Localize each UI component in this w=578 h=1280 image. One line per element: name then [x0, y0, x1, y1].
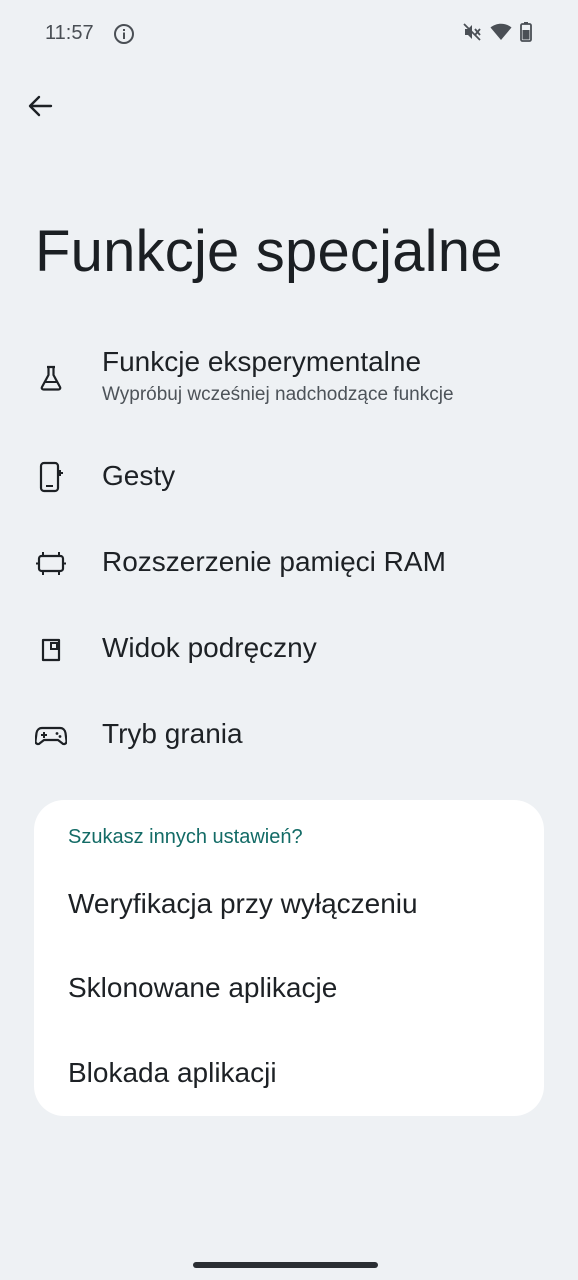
settings-item-gaming[interactable]: Tryb grania: [0, 708, 578, 764]
suggestions-card: Szukasz innych ustawień? Weryfikacja prz…: [34, 800, 544, 1116]
arrow-left-icon: [28, 95, 53, 117]
pocket-view-icon: [35, 634, 67, 666]
info-icon: [113, 23, 135, 45]
settings-item-experimental[interactable]: Funkcje eksperymentalne Wypróbuj wcześni…: [0, 344, 578, 416]
settings-item-label: Tryb grania: [102, 718, 243, 749]
mute-icon: [462, 22, 482, 47]
suggestion-item-app-lock[interactable]: Blokada aplikacji: [68, 1057, 277, 1089]
status-bar: 11:57: [0, 0, 578, 68]
settings-item-pocket-view[interactable]: Widok podręczny: [0, 622, 578, 678]
suggestions-heading: Szukasz innych ustawień?: [68, 826, 303, 848]
suggestion-item-shutdown-verification[interactable]: Weryfikacja przy wyłączeniu: [68, 888, 418, 920]
gamepad-icon: [35, 720, 67, 752]
gesture-navigation-bar[interactable]: [193, 1262, 378, 1268]
status-time: 11:57: [45, 22, 94, 44]
wifi-icon: [490, 23, 512, 46]
page-title: Funkcje specjalne: [35, 219, 503, 284]
flask-icon: [35, 362, 67, 394]
settings-item-label: Gesty: [102, 460, 176, 491]
settings-item-label: Widok podręczny: [102, 632, 317, 663]
gesture-phone-icon: [35, 461, 67, 493]
battery-icon: [520, 21, 532, 47]
suggestion-item-cloned-apps[interactable]: Sklonowane aplikacje: [68, 972, 337, 1004]
settings-item-gestures[interactable]: Gesty: [0, 450, 578, 506]
memory-chip-icon: [35, 548, 67, 580]
settings-item-label: Rozszerzenie pamięci RAM: [102, 546, 446, 577]
back-button[interactable]: [22, 88, 58, 124]
settings-item-subtitle: Wypróbuj wcześniej nadchodzące funkcje: [102, 384, 454, 405]
settings-item-ram[interactable]: Rozszerzenie pamięci RAM: [0, 536, 578, 592]
settings-item-label: Funkcje eksperymentalne: [102, 346, 422, 377]
